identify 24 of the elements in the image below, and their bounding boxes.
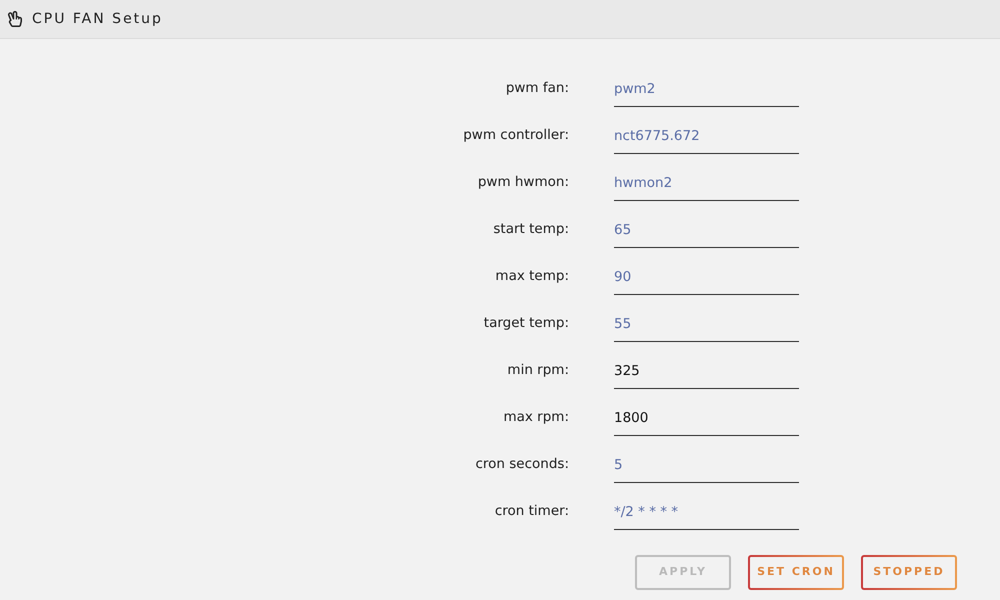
input-field[interactable]: 325 bbox=[614, 358, 799, 389]
input-field[interactable]: */2 * * * * bbox=[614, 499, 799, 530]
field-label: max rpm: bbox=[503, 408, 569, 427]
field-label: pwm fan: bbox=[506, 78, 569, 98]
input-field[interactable]: pwm2 bbox=[614, 76, 799, 107]
input-field[interactable]: 1800 bbox=[614, 405, 799, 436]
field-label: pwm controller: bbox=[463, 126, 569, 145]
field-label: min rpm: bbox=[507, 360, 569, 380]
input-field[interactable]: nct6775.672 bbox=[614, 123, 799, 154]
field-label: start temp: bbox=[493, 220, 569, 239]
field-label: pwm hwmon: bbox=[478, 172, 569, 192]
field-label: cron timer: bbox=[494, 502, 569, 521]
field-label: target temp: bbox=[484, 314, 569, 333]
field-label: cron seconds: bbox=[475, 454, 569, 474]
field-label: max temp: bbox=[495, 266, 569, 286]
action-button[interactable]: STOPPED bbox=[861, 555, 957, 590]
input-field[interactable]: 55 bbox=[614, 311, 799, 342]
input-field[interactable]: 5 bbox=[614, 452, 799, 483]
input-field[interactable]: 65 bbox=[614, 217, 799, 248]
hand-icon bbox=[8, 11, 22, 27]
input-field[interactable]: hwmon2 bbox=[614, 170, 799, 201]
window-title: CPU FAN Setup bbox=[32, 10, 163, 28]
action-button[interactable]: SET CRON bbox=[748, 555, 844, 590]
input-field[interactable]: 90 bbox=[614, 264, 799, 295]
